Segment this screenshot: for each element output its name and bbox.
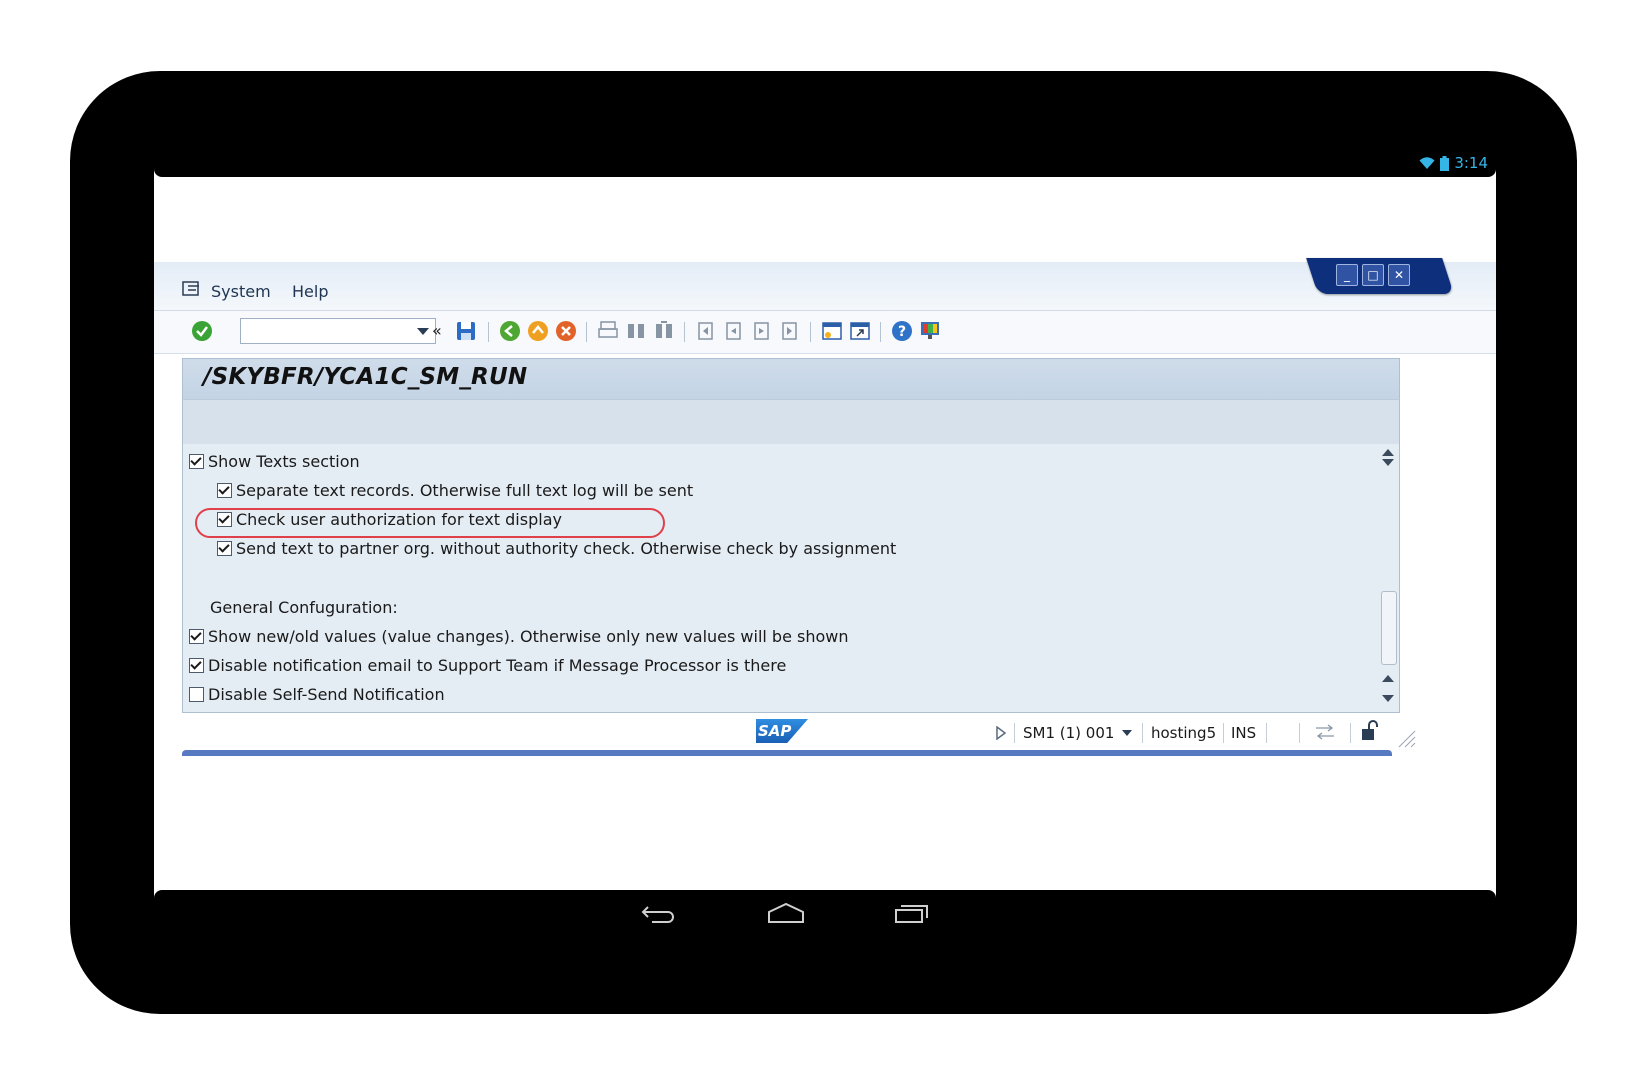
save-icon[interactable] <box>454 319 478 343</box>
find-next-icon[interactable] <box>652 319 676 343</box>
svg-text:?: ? <box>898 324 906 340</box>
option-label: Send text to partner org. without author… <box>236 539 897 558</box>
home-nav-icon[interactable] <box>766 902 806 924</box>
window-bottom-border <box>182 750 1392 756</box>
title-bar: /SKYBFR/YCA1C_SM_RUN <box>182 358 1400 399</box>
chevron-down-icon[interactable] <box>1122 730 1132 736</box>
play-icon[interactable] <box>996 726 1006 740</box>
section-label: General Confuguration: <box>210 598 398 617</box>
option-label: Disable Self-Send Notification <box>208 685 445 704</box>
option-label: Separate text records. Otherwise full te… <box>236 481 694 500</box>
scroll-thumb[interactable] <box>1381 591 1397 665</box>
checkbox[interactable] <box>217 483 232 498</box>
command-input[interactable] <box>245 320 409 344</box>
status-bar: SAP SM1 (1) 001 hosting5 INS <box>154 718 1496 748</box>
checkbox[interactable] <box>189 658 204 673</box>
option-disable-support-email[interactable]: Disable notification email to Support Te… <box>189 656 786 675</box>
system-toolbar: « ? <box>154 311 1496 354</box>
exit-icon[interactable] <box>526 319 550 343</box>
option-check-user-authorization[interactable]: Check user authorization for text displa… <box>217 510 562 529</box>
maximize-icon[interactable]: □ <box>1362 264 1384 286</box>
wifi-icon <box>1419 157 1435 169</box>
option-show-value-changes[interactable]: Show new/old values (value changes). Oth… <box>189 627 849 646</box>
chevron-down-icon[interactable] <box>417 328 429 335</box>
battery-icon <box>1440 155 1450 171</box>
previous-page-icon[interactable] <box>722 319 746 343</box>
last-page-icon[interactable] <box>778 319 802 343</box>
android-status-bar: 3:14 <box>154 150 1496 177</box>
menu-help[interactable]: Help <box>292 282 328 301</box>
back-icon[interactable] <box>498 319 522 343</box>
shortcut-icon[interactable] <box>848 319 872 343</box>
cancel-icon[interactable] <box>554 319 578 343</box>
scroll-up-icon[interactable] <box>1382 675 1394 682</box>
clock: 3:14 <box>1454 154 1488 172</box>
next-page-icon[interactable] <box>750 319 774 343</box>
system-info[interactable]: SM1 (1) 001 <box>1023 724 1114 742</box>
input-mode[interactable]: INS <box>1231 724 1256 742</box>
checkbox[interactable] <box>189 454 204 469</box>
find-icon[interactable] <box>624 319 648 343</box>
checkbox[interactable] <box>217 541 232 556</box>
menu-system[interactable]: System <box>211 282 271 301</box>
unlock-icon[interactable] <box>1360 720 1380 742</box>
tablet-screen: 3:14 System Help _ □ ✕ « ? /SKYBFR/YCA1C… <box>154 150 1496 938</box>
close-icon[interactable]: ✕ <box>1388 264 1410 286</box>
sap-window: System Help _ □ ✕ « ? /SKYBFR/YCA1C_SM_R… <box>154 258 1496 782</box>
page-title: /SKYBFR/YCA1C_SM_RUN <box>203 364 528 390</box>
recents-nav-icon[interactable] <box>894 902 930 924</box>
menu-icon[interactable] <box>182 281 202 297</box>
menu-bar: System Help _ □ ✕ <box>154 258 1496 311</box>
resize-grip-icon[interactable] <box>1394 726 1416 748</box>
first-page-icon[interactable] <box>694 319 718 343</box>
collapse-icon[interactable]: « <box>432 321 442 340</box>
server-name: hosting5 <box>1151 724 1217 742</box>
option-separate-text-records[interactable]: Separate text records. Otherwise full te… <box>217 481 693 500</box>
print-icon[interactable] <box>596 319 620 343</box>
option-label: Check user authorization for text displa… <box>236 510 562 529</box>
help-icon[interactable]: ? <box>890 319 914 343</box>
application-toolbar <box>182 399 1400 445</box>
option-send-text-partner[interactable]: Send text to partner org. without author… <box>217 539 896 558</box>
checkbox[interactable] <box>189 687 204 702</box>
back-nav-icon[interactable] <box>640 902 676 924</box>
sap-logo: SAP <box>756 719 808 743</box>
checkbox[interactable] <box>189 629 204 644</box>
vertical-scrollbar[interactable] <box>1380 446 1397 708</box>
android-nav-bar <box>154 890 1496 938</box>
scroll-down-icon[interactable] <box>1382 695 1394 702</box>
scroll-down-icon[interactable] <box>1382 459 1394 466</box>
option-label: Disable notification email to Support Te… <box>208 656 787 675</box>
checkbox[interactable] <box>217 512 232 527</box>
new-session-icon[interactable] <box>820 319 844 343</box>
option-show-texts[interactable]: Show Texts section <box>189 452 360 471</box>
transfer-icon[interactable] <box>1314 724 1336 740</box>
command-field[interactable] <box>240 318 436 344</box>
enter-icon[interactable] <box>190 319 214 343</box>
option-disable-self-send[interactable]: Disable Self-Send Notification <box>189 685 445 704</box>
section-label-text: General Confuguration: <box>210 598 398 617</box>
scroll-up-icon[interactable] <box>1382 449 1394 456</box>
option-label: Show Texts section <box>208 452 360 471</box>
customize-layout-icon[interactable] <box>918 319 942 343</box>
minimize-icon[interactable]: _ <box>1336 264 1358 286</box>
option-label: Show new/old values (value changes). Oth… <box>208 627 849 646</box>
options-panel: Show Texts section Separate text records… <box>182 444 1400 713</box>
